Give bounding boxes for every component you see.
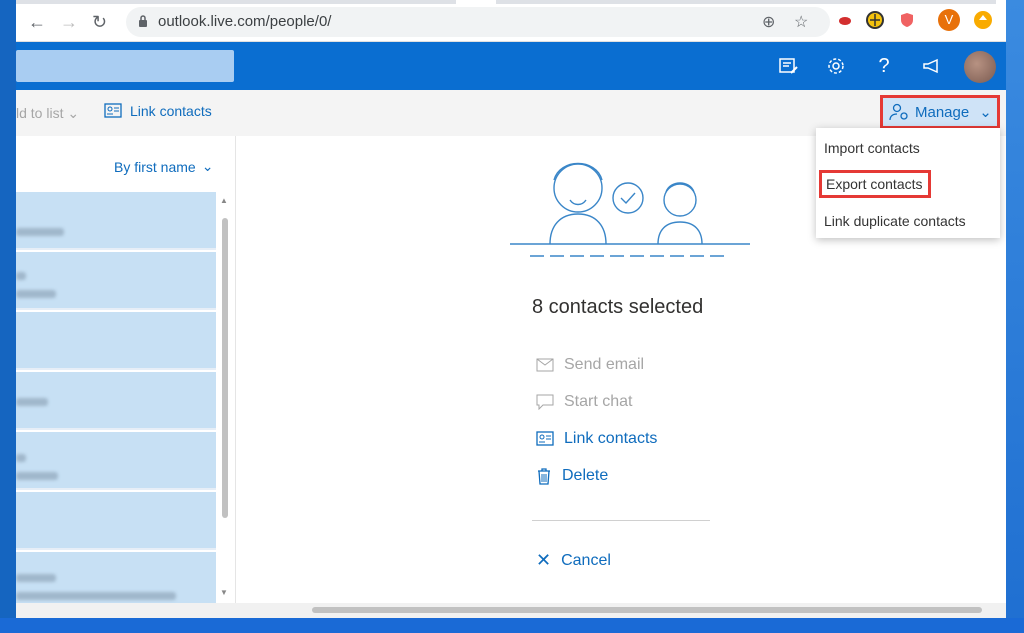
menu-item-export-contacts[interactable]: Export contacts xyxy=(819,170,931,198)
extension-globe-icon[interactable] xyxy=(866,11,884,29)
sort-dropdown[interactable]: By first name ⌄ xyxy=(114,158,213,175)
close-icon: ✕ xyxy=(536,550,552,570)
add-to-list-button[interactable]: ld to list ⌄ xyxy=(16,105,79,122)
settings-gear-icon[interactable] xyxy=(825,55,847,77)
list-item[interactable] xyxy=(16,492,216,550)
add-to-list-label: ld to list xyxy=(16,105,64,121)
list-item[interactable] xyxy=(16,372,216,430)
manage-button[interactable]: Manage ⌄ xyxy=(880,95,1000,129)
tab-strip-edge xyxy=(16,0,456,4)
mail-icon xyxy=(536,358,554,372)
manage-label: Manage xyxy=(915,103,970,121)
horizontal-scrollbar[interactable] xyxy=(16,603,1006,618)
menu-item-link-duplicate-contacts[interactable]: Link duplicate contacts xyxy=(824,213,966,229)
chevron-down-icon: ⌄ xyxy=(67,105,80,121)
scroll-down-icon[interactable]: ▼ xyxy=(220,588,228,597)
send-email-label: Send email xyxy=(564,356,645,373)
list-item[interactable] xyxy=(16,432,216,490)
contacts-illustration xyxy=(510,162,750,257)
chat-icon xyxy=(536,394,554,410)
list-scrollbar[interactable]: ▲ ▼ xyxy=(218,192,230,612)
cancel-label: Cancel xyxy=(561,551,611,569)
user-avatar[interactable] xyxy=(964,51,996,83)
sort-label: By first name xyxy=(114,158,196,175)
list-item[interactable] xyxy=(16,312,216,370)
chevron-down-icon: ⌄ xyxy=(979,104,992,121)
start-chat-label: Start chat xyxy=(564,393,633,410)
my-day-icon[interactable] xyxy=(777,55,799,77)
browser-toolbar: ← → ↻ outlook.live.com/people/0/ ⊕ ☆ V xyxy=(16,0,1006,42)
scroll-up-icon[interactable]: ▲ xyxy=(220,196,228,205)
manage-dropdown-menu: Import contacts Export contacts Link dup… xyxy=(816,128,1000,238)
update-icon[interactable] xyxy=(974,11,992,29)
extension-shield-icon[interactable] xyxy=(898,11,916,29)
cancel-button[interactable]: ✕ Cancel xyxy=(536,550,611,571)
back-icon[interactable]: ← xyxy=(28,12,46,33)
lock-icon xyxy=(139,15,147,27)
desktop-background-right xyxy=(1006,0,1024,633)
search-input[interactable] xyxy=(16,50,234,82)
link-contacts-action-button[interactable]: Link contacts xyxy=(536,430,657,448)
address-bar[interactable]: outlook.live.com/people/0/ ⊕ ☆ xyxy=(126,7,830,37)
person-settings-icon xyxy=(889,103,908,121)
reload-icon[interactable]: ↻ xyxy=(92,12,107,33)
forward-icon[interactable]: → xyxy=(60,12,78,33)
bookmark-star-icon[interactable]: ☆ xyxy=(794,12,808,32)
menu-item-import-contacts[interactable]: Import contacts xyxy=(824,140,920,156)
list-item[interactable] xyxy=(16,192,216,250)
extension-lips-icon[interactable] xyxy=(836,11,854,29)
link-contacts-action-label: Link contacts xyxy=(564,430,658,447)
link-contacts-button[interactable]: Link contacts xyxy=(104,103,212,119)
feedback-megaphone-icon[interactable] xyxy=(921,55,943,77)
selection-count-title: 8 contacts selected xyxy=(532,296,704,318)
link-contacts-icon xyxy=(536,431,554,446)
contact-list xyxy=(16,192,216,618)
link-contacts-icon xyxy=(104,103,122,118)
tab-strip-edge xyxy=(496,0,996,4)
desktop-background-left xyxy=(0,0,16,633)
profile-avatar[interactable]: V xyxy=(938,9,960,31)
list-item[interactable] xyxy=(16,252,216,310)
list-scrollbar-thumb[interactable] xyxy=(222,218,228,518)
outlook-header: ? xyxy=(16,42,1006,90)
divider xyxy=(532,520,710,521)
help-icon[interactable]: ? xyxy=(873,55,895,77)
zoom-icon[interactable]: ⊕ xyxy=(762,12,775,32)
trash-icon xyxy=(538,468,550,485)
url-host: outlook.live.com xyxy=(158,13,266,30)
send-email-button[interactable]: Send email xyxy=(536,356,644,374)
delete-label: Delete xyxy=(562,467,609,484)
link-contacts-label: Link contacts xyxy=(130,103,212,119)
start-chat-button[interactable]: Start chat xyxy=(536,393,632,411)
desktop-background-bottom xyxy=(0,618,1024,633)
horizontal-scrollbar-thumb[interactable] xyxy=(312,607,982,613)
contact-list-pane: By first name ⌄ ▲ ▼ xyxy=(16,136,236,618)
url-text: outlook.live.com/people/0/ xyxy=(158,13,331,30)
url-path: /people/0/ xyxy=(265,13,332,30)
browser-window: ← → ↻ outlook.live.com/people/0/ ⊕ ☆ V ? xyxy=(16,0,1006,618)
delete-button[interactable]: Delete xyxy=(536,467,608,485)
chevron-down-icon: ⌄ xyxy=(201,158,214,174)
